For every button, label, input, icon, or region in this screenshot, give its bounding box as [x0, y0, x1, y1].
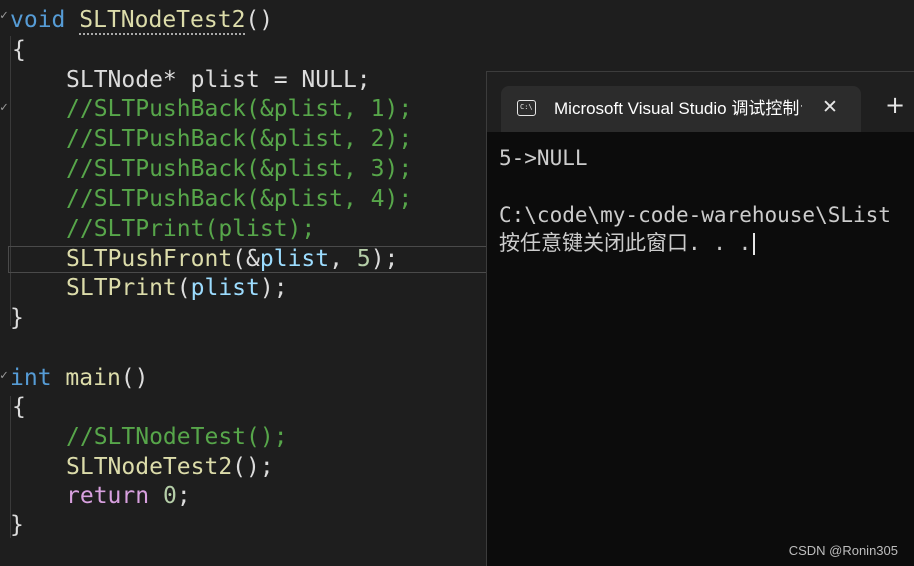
code-line[interactable]: } — [10, 303, 24, 333]
number-literal: 0 — [162, 483, 177, 509]
close-brace: } — [10, 305, 24, 331]
comment: //SLTPushBack(&plist, 4); — [66, 186, 413, 212]
code-line[interactable]: SLTNodeTest2(); — [66, 452, 274, 482]
punctuation: ; — [176, 483, 191, 509]
code-line[interactable]: //SLTPushBack(&plist, 4); — [66, 184, 412, 214]
new-tab-button[interactable]: + — [883, 92, 907, 118]
variable: plist — [259, 246, 330, 272]
code-line[interactable]: SLTPrint(plist); — [66, 273, 288, 303]
console-icon: C:\ — [517, 100, 536, 116]
punctuation: (& — [232, 246, 260, 272]
punctuation: ( — [176, 275, 191, 301]
watermark: CSDN @Ronin305 — [788, 543, 898, 558]
terminal-tab-bar: C:\ Microsoft Visual Studio 调试控制台 ✕ + — [487, 72, 914, 132]
code-line[interactable]: { — [12, 392, 26, 422]
open-brace: { — [12, 394, 26, 420]
fold-indicator-icon[interactable]: ✓ — [0, 8, 8, 23]
close-tab-icon[interactable]: ✕ — [819, 94, 841, 120]
punctuation: ); — [259, 275, 288, 301]
comment: //SLTPushBack(&plist, 1); — [66, 96, 413, 122]
punctuation: , — [329, 246, 357, 272]
console-output-line: 5->NULL — [499, 146, 588, 170]
tab-title: Microsoft Visual Studio 调试控制台 — [554, 99, 802, 118]
code-line[interactable]: SLTPushFront(&plist, 5); — [66, 244, 398, 274]
punctuation: () — [245, 7, 274, 33]
fold-indicator-icon[interactable]: ✓ — [0, 100, 8, 115]
console-output-line: C:\code\my-code-warehouse\SList — [499, 203, 891, 227]
code-line[interactable]: //SLTPushBack(&plist, 1); — [66, 94, 412, 124]
open-brace: { — [12, 37, 26, 63]
keyword: void — [10, 7, 66, 33]
text-cursor — [753, 233, 756, 255]
brace-guide — [10, 36, 11, 326]
comment: //SLTPushBack(&plist, 2); — [66, 126, 413, 152]
code-text: plist = NULL; — [176, 67, 371, 93]
code-line[interactable]: //SLTPushBack(&plist, 2); — [66, 124, 412, 154]
comment: //SLTPushBack(&plist, 3); — [66, 156, 413, 182]
function-name: SLTNodeTest2 — [66, 454, 233, 480]
number-literal: 5 — [356, 246, 371, 272]
function-name: SLTPrint — [66, 275, 177, 301]
variable: plist — [190, 275, 260, 301]
code-line[interactable]: SLTNode* plist = NULL; — [66, 65, 371, 95]
code-line[interactable]: //SLTPrint(plist); — [66, 214, 315, 244]
code-line[interactable]: void SLTNodeTest2() — [10, 5, 273, 35]
close-brace: } — [10, 512, 24, 538]
code-line[interactable]: int main() — [10, 363, 149, 393]
code-line[interactable]: { — [12, 35, 26, 65]
punctuation: (); — [232, 454, 274, 480]
press-any-key-text: 按任意键关闭此窗口. . . — [499, 231, 752, 255]
function-name: main — [65, 365, 121, 391]
comment: //SLTPrint(plist); — [66, 216, 316, 242]
code-line[interactable]: } — [10, 510, 24, 540]
keyword: return — [66, 483, 150, 509]
type-name: SLTNode* — [66, 67, 177, 93]
code-line[interactable]: return 0; — [66, 481, 191, 511]
comment: //SLTNodeTest(); — [66, 424, 288, 450]
console-output-line: 按任意键关闭此窗口. . . — [499, 229, 913, 257]
terminal-tab[interactable]: C:\ Microsoft Visual Studio 调试控制台 ✕ — [501, 86, 861, 132]
keyword: int — [10, 365, 52, 391]
function-name: SLTNodeTest2 — [79, 7, 246, 35]
code-line[interactable]: //SLTPushBack(&plist, 3); — [66, 154, 412, 184]
debug-console-window[interactable]: C:\ Microsoft Visual Studio 调试控制台 ✕ + 5-… — [486, 71, 914, 566]
punctuation: () — [120, 365, 149, 391]
code-line[interactable]: //SLTNodeTest(); — [66, 422, 288, 452]
fold-indicator-icon[interactable]: ✓ — [0, 368, 8, 383]
punctuation: ); — [370, 246, 399, 272]
function-name: SLTPushFront — [66, 246, 233, 272]
